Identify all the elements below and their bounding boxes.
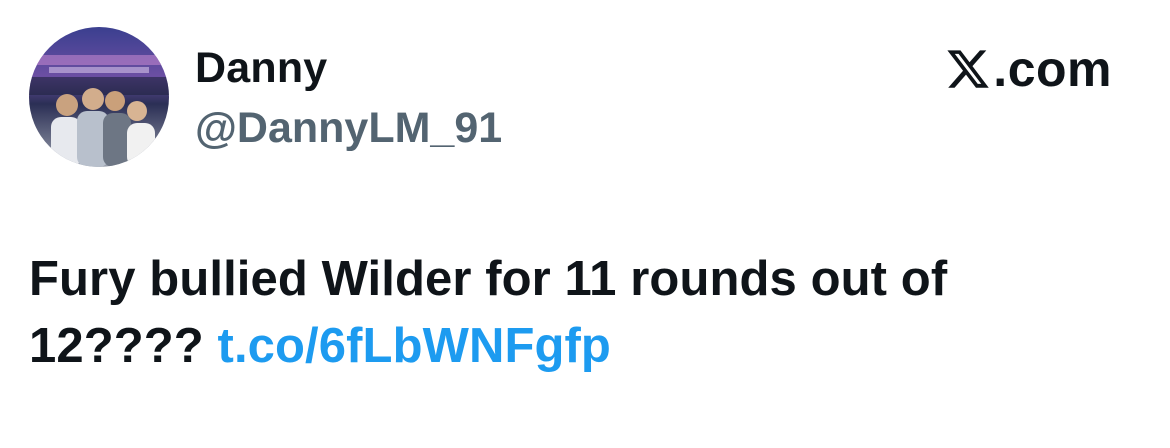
author-handle[interactable]: @DannyLM_91 <box>195 102 502 154</box>
tweet-link[interactable]: t.co/6fLbWNFgfp <box>218 319 611 373</box>
avatar-photo <box>29 27 169 167</box>
tweet-body: Fury bullied Wilder for 11 rounds out of… <box>29 246 1139 380</box>
x-com-brand[interactable]: .com <box>945 42 1112 96</box>
tweet-text-line1: Fury bullied Wilder for 11 rounds out of <box>29 252 948 306</box>
avatar[interactable] <box>29 27 169 167</box>
x-logo-icon <box>947 50 990 88</box>
tweet-card: Danny @DannyLM_91 .com Fury bullied Wild… <box>0 0 1170 448</box>
author-display-name[interactable]: Danny <box>195 42 327 94</box>
tweet-text-line2: 12???? <box>29 319 204 373</box>
brand-domain: .com <box>993 41 1112 97</box>
